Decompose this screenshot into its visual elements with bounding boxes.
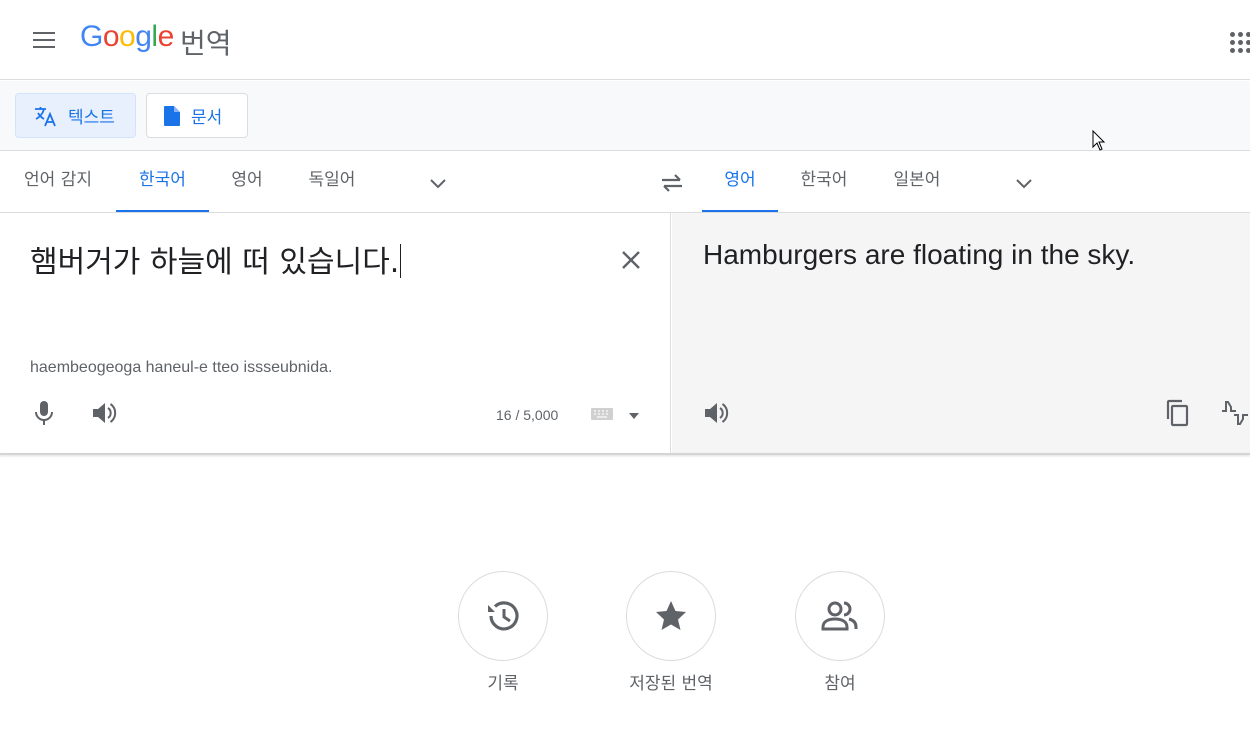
apps-grid-button[interactable] (1226, 28, 1250, 53)
saved-label: 저장된 번역 (629, 674, 713, 694)
product-name: 번역 (180, 27, 232, 60)
swap-languages-button[interactable] (658, 169, 686, 197)
text-mode-button[interactable]: 텍스트 (15, 93, 136, 138)
source-romanization: haembeogeoga haneul-e tteo issseubnida. (30, 359, 333, 376)
contribute-label: 참여 (824, 674, 856, 694)
source-panel: 햄버거가 하늘에 떠 있습니다. haembeogeoga haneul-e t… (0, 213, 671, 453)
target-lang-tab-japanese[interactable]: 일본어 (878, 151, 956, 212)
copy-translation-button[interactable] (1162, 398, 1192, 428)
document-mode-button[interactable]: 문서 (146, 93, 248, 138)
history-button[interactable] (458, 571, 548, 661)
hamburger-icon-bar (33, 32, 55, 35)
document-icon (163, 105, 181, 127)
target-lang-tab-english[interactable]: 영어 (702, 151, 778, 212)
caret-down-icon (629, 413, 639, 419)
keyboard-icon (591, 408, 613, 420)
main-menu-button[interactable] (26, 24, 62, 56)
target-lang-more-button[interactable] (1012, 171, 1036, 195)
microphone-icon (35, 401, 53, 425)
mouse-cursor (1092, 130, 1106, 151)
contribute-shortcut[interactable]: 참여 (775, 571, 905, 694)
app-header: Google 번역 (0, 0, 1250, 80)
hamburger-icon-bar (33, 46, 55, 49)
translated-text: Hamburgers are floating in the sky. (703, 239, 1136, 270)
thumbs-rating-icon (1222, 401, 1248, 425)
text-mode-label: 텍스트 (68, 108, 115, 128)
saved-button[interactable] (626, 571, 716, 661)
source-lang-tab-detect[interactable]: 언어 감지 (8, 151, 108, 212)
copy-icon (1166, 399, 1189, 427)
close-icon (622, 251, 640, 269)
character-count: 16 / 5,000 (496, 407, 559, 423)
source-lang-tab-english[interactable]: 영어 (217, 151, 277, 212)
virtual-keyboard-button[interactable] (590, 405, 616, 425)
speaker-icon (93, 403, 117, 423)
source-lang-more-button[interactable] (426, 171, 450, 195)
text-caret (400, 244, 402, 278)
rate-translation-button[interactable] (1220, 398, 1250, 428)
target-lang-tab-korean[interactable]: 한국어 (786, 151, 862, 212)
source-lang-tab-german[interactable]: 독일어 (291, 151, 373, 212)
source-lang-tab-korean[interactable]: 한국어 (116, 151, 209, 212)
saved-shortcut[interactable]: 저장된 번역 (606, 571, 736, 694)
chevron-down-icon (1016, 179, 1032, 189)
document-mode-label: 문서 (191, 108, 223, 128)
keyboard-options-button[interactable] (628, 406, 640, 419)
clear-source-button[interactable] (617, 246, 645, 274)
source-text: 햄버거가 하늘에 떠 있습니다. (30, 245, 400, 280)
mode-bar: 텍스트 문서 (0, 81, 1250, 151)
hamburger-icon-bar (33, 39, 55, 42)
star-icon (656, 601, 686, 630)
voice-input-button[interactable] (29, 398, 59, 428)
history-icon (488, 601, 519, 631)
contribute-button[interactable] (795, 571, 885, 661)
translate-icon (32, 104, 58, 128)
history-label: 기록 (487, 674, 519, 694)
history-shortcut[interactable]: 기록 (438, 571, 568, 694)
chevron-down-icon (430, 179, 446, 189)
target-panel: Hamburgers are floating in the sky. (672, 213, 1250, 453)
target-listen-button[interactable] (701, 398, 731, 428)
panels-divider (0, 453, 1250, 455)
people-icon (821, 601, 858, 631)
source-listen-button[interactable] (89, 398, 119, 428)
speaker-icon (705, 403, 729, 423)
source-text-input[interactable]: 햄버거가 하늘에 떠 있습니다. (30, 237, 402, 281)
google-logo[interactable]: Google (80, 20, 174, 54)
swap-icon (662, 174, 682, 192)
language-bar: 언어 감지 한국어 영어 독일어 영어 한국어 일본어 (0, 151, 1250, 213)
